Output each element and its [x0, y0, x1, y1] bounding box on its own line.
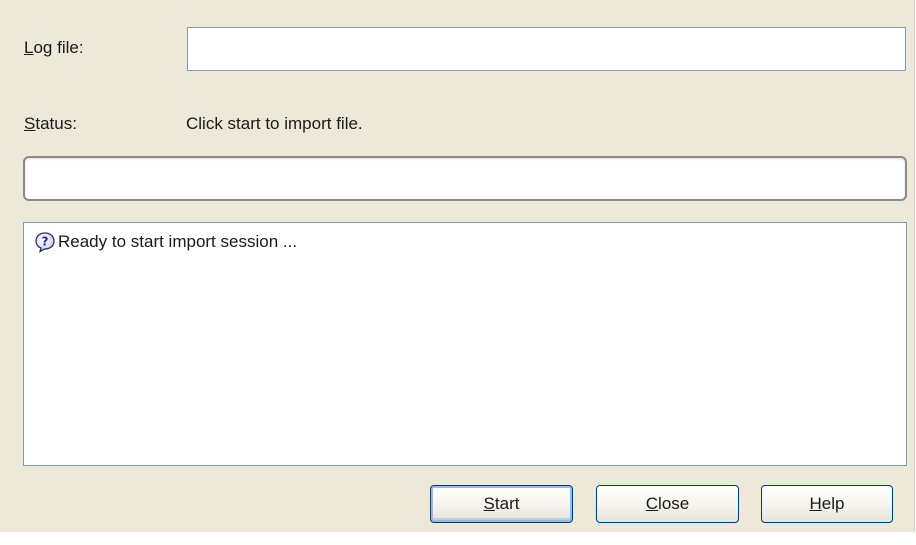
- status-label: Status:: [24, 114, 77, 133]
- import-dialog: Log file: Status: Click start to import …: [0, 0, 915, 532]
- log-file-label: Log file:: [24, 38, 84, 57]
- log-entry: ? Ready to start import session ...: [34, 229, 297, 255]
- log-entry-text: Ready to start import session ...: [58, 232, 298, 251]
- status-text: Click start to import file.: [186, 114, 363, 133]
- close-button[interactable]: Close: [596, 485, 739, 523]
- start-button[interactable]: Start: [430, 485, 573, 523]
- help-button[interactable]: Help: [761, 485, 893, 523]
- question-icon: ?: [34, 231, 56, 253]
- svg-text:?: ?: [42, 235, 49, 249]
- log-file-input[interactable]: [187, 27, 906, 71]
- import-progress-bar: [23, 156, 907, 201]
- import-log-list[interactable]: ? Ready to start import session ...: [23, 222, 907, 466]
